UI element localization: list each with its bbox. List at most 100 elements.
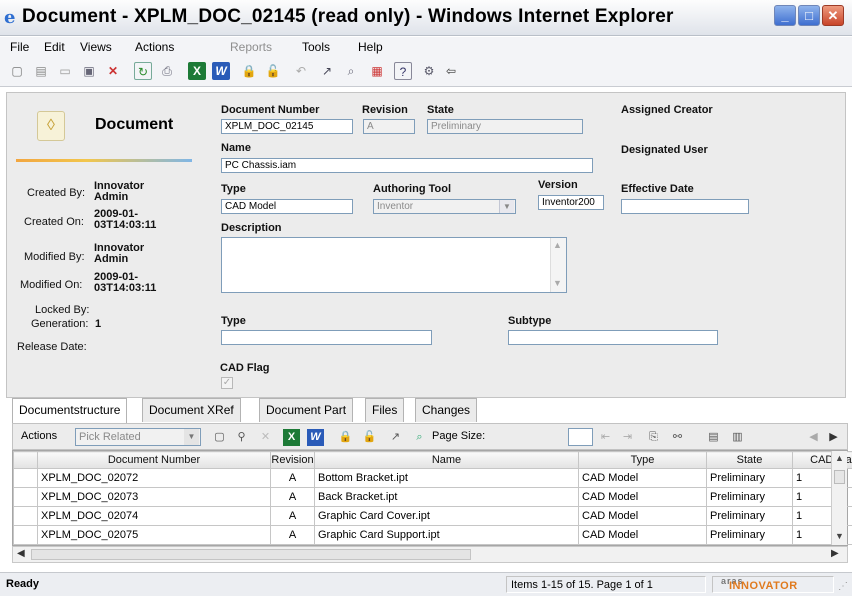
unlock-icon[interactable]: 🔓: [361, 429, 378, 446]
subtype-field[interactable]: [508, 330, 718, 345]
delete-row-icon[interactable]: ✕: [257, 429, 274, 446]
indent-right-icon[interactable]: ⇥: [619, 429, 636, 446]
copy-icon[interactable]: ▤: [705, 429, 722, 446]
chevron-down-icon[interactable]: ▼: [499, 200, 514, 213]
grid-horizontal-scrollbar[interactable]: ◀ ▶: [12, 546, 848, 563]
col-revision[interactable]: Revision: [270, 451, 315, 469]
save-icon[interactable]: ▣: [80, 62, 98, 80]
excel-icon[interactable]: X: [188, 62, 206, 80]
row-selector[interactable]: [13, 468, 38, 488]
authoring-tool-value: Inventor: [377, 201, 414, 212]
scroll-down-icon[interactable]: ▼: [553, 278, 562, 288]
open-icon[interactable]: ▭: [56, 62, 74, 80]
title-bar: e Document - XPLM_DOC_02145 (read only) …: [0, 0, 852, 36]
tab-documentstructure[interactable]: Documentstructure: [12, 398, 128, 423]
promote-icon[interactable]: ↗: [318, 62, 336, 80]
excel-icon[interactable]: X: [283, 429, 300, 446]
revision-field[interactable]: A: [363, 119, 415, 134]
pick-related-select[interactable]: Pick Related ▼: [75, 428, 201, 446]
description-scrollbar[interactable]: ▲ ▼: [550, 238, 566, 292]
help-icon[interactable]: ?: [394, 62, 412, 80]
name-field[interactable]: PC Chassis.iam: [221, 158, 593, 173]
created-by-value-2: Admin: [94, 191, 129, 203]
indent-left-icon[interactable]: ⇤: [597, 429, 614, 446]
minimize-button[interactable]: _: [774, 5, 796, 26]
print-icon[interactable]: ⎙: [158, 62, 176, 80]
scroll-down-icon[interactable]: ▼: [835, 531, 844, 541]
authoring-tool-select[interactable]: Inventor ▼: [373, 199, 516, 214]
col-type[interactable]: Type: [578, 451, 707, 469]
scroll-thumb[interactable]: [31, 549, 471, 560]
cad-flag-checkbox[interactable]: ✓: [221, 377, 233, 389]
table-row[interactable]: XPLM_DOC_02072 A Bottom Bracket.ipt CAD …: [13, 468, 852, 488]
tools-icon[interactable]: ⚙: [420, 62, 438, 80]
scroll-up-icon[interactable]: ▲: [835, 453, 844, 463]
version-field[interactable]: Inventor200: [538, 195, 604, 210]
table-row[interactable]: XPLM_DOC_02073 A Back Bracket.ipt CAD Mo…: [13, 487, 852, 507]
menu-actions[interactable]: Actions: [135, 40, 174, 54]
lock-icon[interactable]: 🔒: [337, 429, 354, 446]
row-selector[interactable]: [13, 487, 38, 507]
undo-icon[interactable]: ↶: [292, 62, 310, 80]
print-preview-icon[interactable]: ▤: [32, 62, 50, 80]
cell-name: Graphic Card Support.ipt: [314, 525, 579, 545]
delete-icon[interactable]: ✕: [104, 62, 122, 80]
scroll-right-icon[interactable]: ▶: [825, 429, 842, 446]
new-icon[interactable]: ▢: [8, 62, 26, 80]
effective-date-field[interactable]: [621, 199, 749, 214]
paste-icon[interactable]: ▥: [729, 429, 746, 446]
tab-changes[interactable]: Changes: [415, 398, 478, 422]
menu-views[interactable]: Views: [80, 40, 112, 54]
cell-revision: A: [270, 468, 315, 488]
unlock-icon[interactable]: 🔓: [264, 62, 282, 80]
scroll-up-icon[interactable]: ▲: [553, 240, 562, 250]
status-text: Ready: [6, 578, 40, 590]
scroll-right-icon[interactable]: ▶: [831, 548, 839, 559]
close-button[interactable]: ✕: [822, 5, 844, 26]
new-row-icon[interactable]: ▢: [211, 429, 228, 446]
view-icon[interactable]: ⎘: [645, 429, 662, 446]
menu-tools[interactable]: Tools: [302, 40, 330, 54]
type2-field[interactable]: [221, 330, 432, 345]
state-field[interactable]: Preliminary: [427, 119, 583, 134]
report-icon[interactable]: ▦: [368, 62, 386, 80]
exit-icon[interactable]: ⇦: [442, 62, 460, 80]
word-icon[interactable]: W: [212, 62, 230, 80]
refresh-icon[interactable]: ↻: [134, 62, 152, 80]
tab-document-part[interactable]: Document Part: [259, 398, 354, 422]
heading-divider: [16, 159, 192, 162]
generation-value: 1: [95, 318, 102, 330]
menu-file[interactable]: File: [10, 40, 29, 54]
scroll-left-icon[interactable]: ◀: [17, 548, 25, 559]
description-textarea[interactable]: [221, 237, 567, 293]
doc-number-field[interactable]: XPLM_DOC_02145: [221, 119, 353, 134]
tab-files[interactable]: Files: [365, 398, 405, 422]
resize-grip-icon[interactable]: ⋰: [838, 581, 848, 592]
menu-reports[interactable]: Reports: [230, 40, 272, 54]
col-state[interactable]: State: [706, 451, 793, 469]
table-row[interactable]: XPLM_DOC_02074 A Graphic Card Cover.ipt …: [13, 506, 852, 526]
row-selector[interactable]: [13, 525, 38, 545]
promote-icon[interactable]: ↗: [387, 429, 404, 446]
scroll-left-icon[interactable]: ◀: [805, 429, 822, 446]
lock-icon[interactable]: 🔒: [240, 62, 258, 80]
find-icon[interactable]: ⚲: [233, 429, 250, 446]
type-field[interactable]: CAD Model: [221, 199, 353, 214]
scroll-thumb[interactable]: [834, 470, 845, 484]
link-icon[interactable]: ⚯: [669, 429, 686, 446]
page-size-field[interactable]: [568, 428, 593, 446]
chevron-down-icon[interactable]: ▼: [184, 429, 199, 445]
col-document-number[interactable]: Document Number: [37, 451, 271, 469]
search-icon[interactable]: ⌕: [411, 429, 428, 446]
menu-edit[interactable]: Edit: [44, 40, 65, 54]
tab-document-xref[interactable]: Document XRef: [142, 398, 241, 422]
col-name[interactable]: Name: [314, 451, 579, 469]
maximize-button[interactable]: □: [798, 5, 820, 26]
row-selector[interactable]: [13, 506, 38, 526]
actions-menu[interactable]: Actions: [21, 430, 57, 442]
where-used-icon[interactable]: ⌕: [342, 62, 360, 80]
word-icon[interactable]: W: [307, 429, 324, 446]
menu-help[interactable]: Help: [358, 40, 383, 54]
table-row[interactable]: XPLM_DOC_02075 A Graphic Card Support.ip…: [13, 525, 852, 545]
grid-vertical-scrollbar[interactable]: ▲ ▼: [831, 451, 847, 545]
